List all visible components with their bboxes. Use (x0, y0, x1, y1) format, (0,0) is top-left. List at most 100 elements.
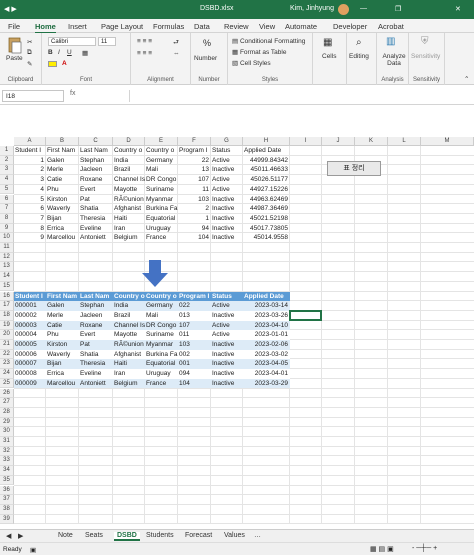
formula-input[interactable] (129, 90, 470, 102)
column-header-F[interactable]: F (178, 137, 211, 146)
data-cell[interactable]: Mayotte (113, 185, 145, 195)
table-cell[interactable]: Active (211, 320, 243, 331)
row-header-19[interactable]: 19 (0, 320, 14, 331)
sensitivity-button[interactable]: Sensitivity (411, 53, 440, 60)
row-header-14[interactable]: 14 (0, 272, 14, 282)
data-cell[interactable]: 2 (178, 204, 211, 214)
table-header-cell[interactable]: Country o (113, 291, 145, 302)
table-cell[interactable]: Inactive (211, 349, 243, 360)
data-cell[interactable]: Errica (46, 224, 79, 234)
column-header-H[interactable]: H (243, 137, 290, 146)
analyze-data-button[interactable]: Analyze Data (379, 53, 409, 67)
analyze-data-icon[interactable]: ▥ (386, 36, 395, 47)
table-cell[interactable]: France (145, 378, 178, 389)
macro-record-icon[interactable]: ▣ (30, 546, 36, 554)
data-cell[interactable]: 8 (14, 224, 46, 234)
sheet-tab-values[interactable]: Values (224, 532, 245, 539)
data-cell[interactable]: Burkina Fa (145, 204, 178, 214)
table-cell[interactable]: Channel Is (113, 320, 145, 331)
table-cell[interactable]: Theresia (79, 359, 113, 370)
row-header-10[interactable]: 10 (0, 233, 14, 243)
table-cell[interactable]: Myanmar (145, 340, 178, 350)
row-header-37[interactable]: 37 (0, 495, 14, 505)
row-header-21[interactable]: 21 (0, 340, 14, 350)
row-header-8[interactable]: 8 (0, 213, 14, 224)
data-cell[interactable]: Myanmar (145, 195, 178, 205)
data-cell[interactable]: Inactive (211, 224, 243, 234)
sheet-next-icon[interactable]: ▶ (18, 532, 23, 540)
row-header-27[interactable]: 27 (0, 398, 14, 408)
paste-icon[interactable] (8, 36, 22, 54)
cells-icon[interactable]: ▦ (323, 37, 332, 48)
data-cell[interactable]: Pat (79, 195, 113, 205)
table-cell[interactable]: 2023-04-01 (243, 369, 290, 379)
data-cell[interactable]: 22 (178, 156, 211, 166)
selected-cell[interactable] (289, 309, 322, 321)
table-cell[interactable]: Inactive (211, 340, 243, 350)
table-cell[interactable]: Inactive (211, 310, 243, 321)
table-cell[interactable]: 002 (178, 349, 211, 360)
header-cell[interactable]: Program I (178, 146, 211, 156)
table-cell[interactable]: Brazil (113, 310, 145, 321)
data-cell[interactable]: Waverly (46, 204, 79, 214)
data-cell[interactable]: 45014.9558 (243, 233, 290, 243)
row-header-22[interactable]: 22 (0, 349, 14, 360)
fill-color-icon[interactable] (48, 61, 57, 67)
data-cell[interactable]: 104 (178, 233, 211, 243)
row-header-31[interactable]: 31 (0, 437, 14, 447)
row-header-9[interactable]: 9 (0, 223, 14, 234)
data-cell[interactable]: 11 (178, 185, 211, 195)
table-header-cell[interactable]: Last Nam (79, 291, 113, 302)
data-cell[interactable]: India (113, 156, 145, 166)
row-header-29[interactable]: 29 (0, 417, 14, 428)
row-header-26[interactable]: 26 (0, 388, 14, 399)
column-header-G[interactable]: G (211, 137, 243, 146)
data-cell[interactable]: Active (211, 185, 243, 195)
table-cell[interactable]: 2023-04-10 (243, 320, 290, 331)
data-cell[interactable]: 94 (178, 224, 211, 234)
table-header-cell[interactable]: Applied Date (243, 291, 290, 302)
tab-view[interactable]: View (259, 22, 275, 31)
tab-file[interactable]: File (8, 22, 20, 31)
table-cell[interactable]: 022 (178, 301, 211, 311)
row-header-3[interactable]: 3 (0, 165, 14, 176)
worksheet-grid[interactable]: 1 2 3 4 5 6 7 8 9 10 11 12 13 14 15 16 17 18 19 20 21 22 23 24 2… (0, 137, 474, 527)
column-header-L[interactable]: L (388, 137, 421, 146)
close-icon[interactable]: ✕ (455, 5, 461, 13)
table-cell[interactable]: 000003 (14, 320, 46, 331)
data-cell[interactable]: Inactive (211, 214, 243, 224)
data-cell[interactable]: 13 (178, 165, 211, 175)
column-header-A[interactable]: A (14, 137, 46, 146)
view-normal-icon[interactable]: ▦ ▤ ▣ (370, 545, 394, 553)
sheet-tab-forecast[interactable]: Forecast (185, 532, 212, 539)
column-header-B[interactable]: B (46, 137, 79, 146)
row-header-20[interactable]: 20 (0, 330, 14, 340)
data-cell[interactable]: Brazil (113, 165, 145, 175)
tab-automate[interactable]: Automate (285, 22, 317, 31)
table-cell[interactable]: Eveline (79, 369, 113, 379)
data-cell[interactable]: 2 (14, 165, 46, 175)
data-cell[interactable]: Phu (46, 185, 79, 195)
sheet-tab-seats[interactable]: Seats (85, 532, 103, 539)
cells-button[interactable]: Cells (322, 53, 336, 60)
column-header-I[interactable]: I (290, 137, 322, 146)
table-cell[interactable]: Germany (145, 301, 178, 311)
data-cell[interactable]: 45017.73805 (243, 224, 290, 234)
data-cell[interactable]: Uruguay (145, 224, 178, 234)
data-cell[interactable]: Inactive (211, 165, 243, 175)
column-header-K[interactable]: K (355, 137, 388, 146)
data-cell[interactable]: Inactive (211, 204, 243, 214)
header-cell[interactable]: First Nam (46, 146, 79, 156)
table-cell[interactable]: Afghanist (113, 349, 145, 360)
table-cell[interactable]: Antoniett (79, 378, 113, 389)
table-cell[interactable]: Inactive (211, 359, 243, 370)
row-header-36[interactable]: 36 (0, 485, 14, 496)
data-cell[interactable]: 1 (14, 156, 46, 166)
header-cell[interactable]: Status (211, 146, 243, 156)
row-header-28[interactable]: 28 (0, 407, 14, 418)
table-header-cell[interactable]: First Nam (46, 291, 79, 302)
table-cell[interactable]: DR Congo (145, 320, 178, 331)
paste-label[interactable]: Paste (6, 55, 23, 62)
tab-home[interactable]: Home (35, 22, 56, 34)
table-cell[interactable]: Jacleen (79, 310, 113, 321)
